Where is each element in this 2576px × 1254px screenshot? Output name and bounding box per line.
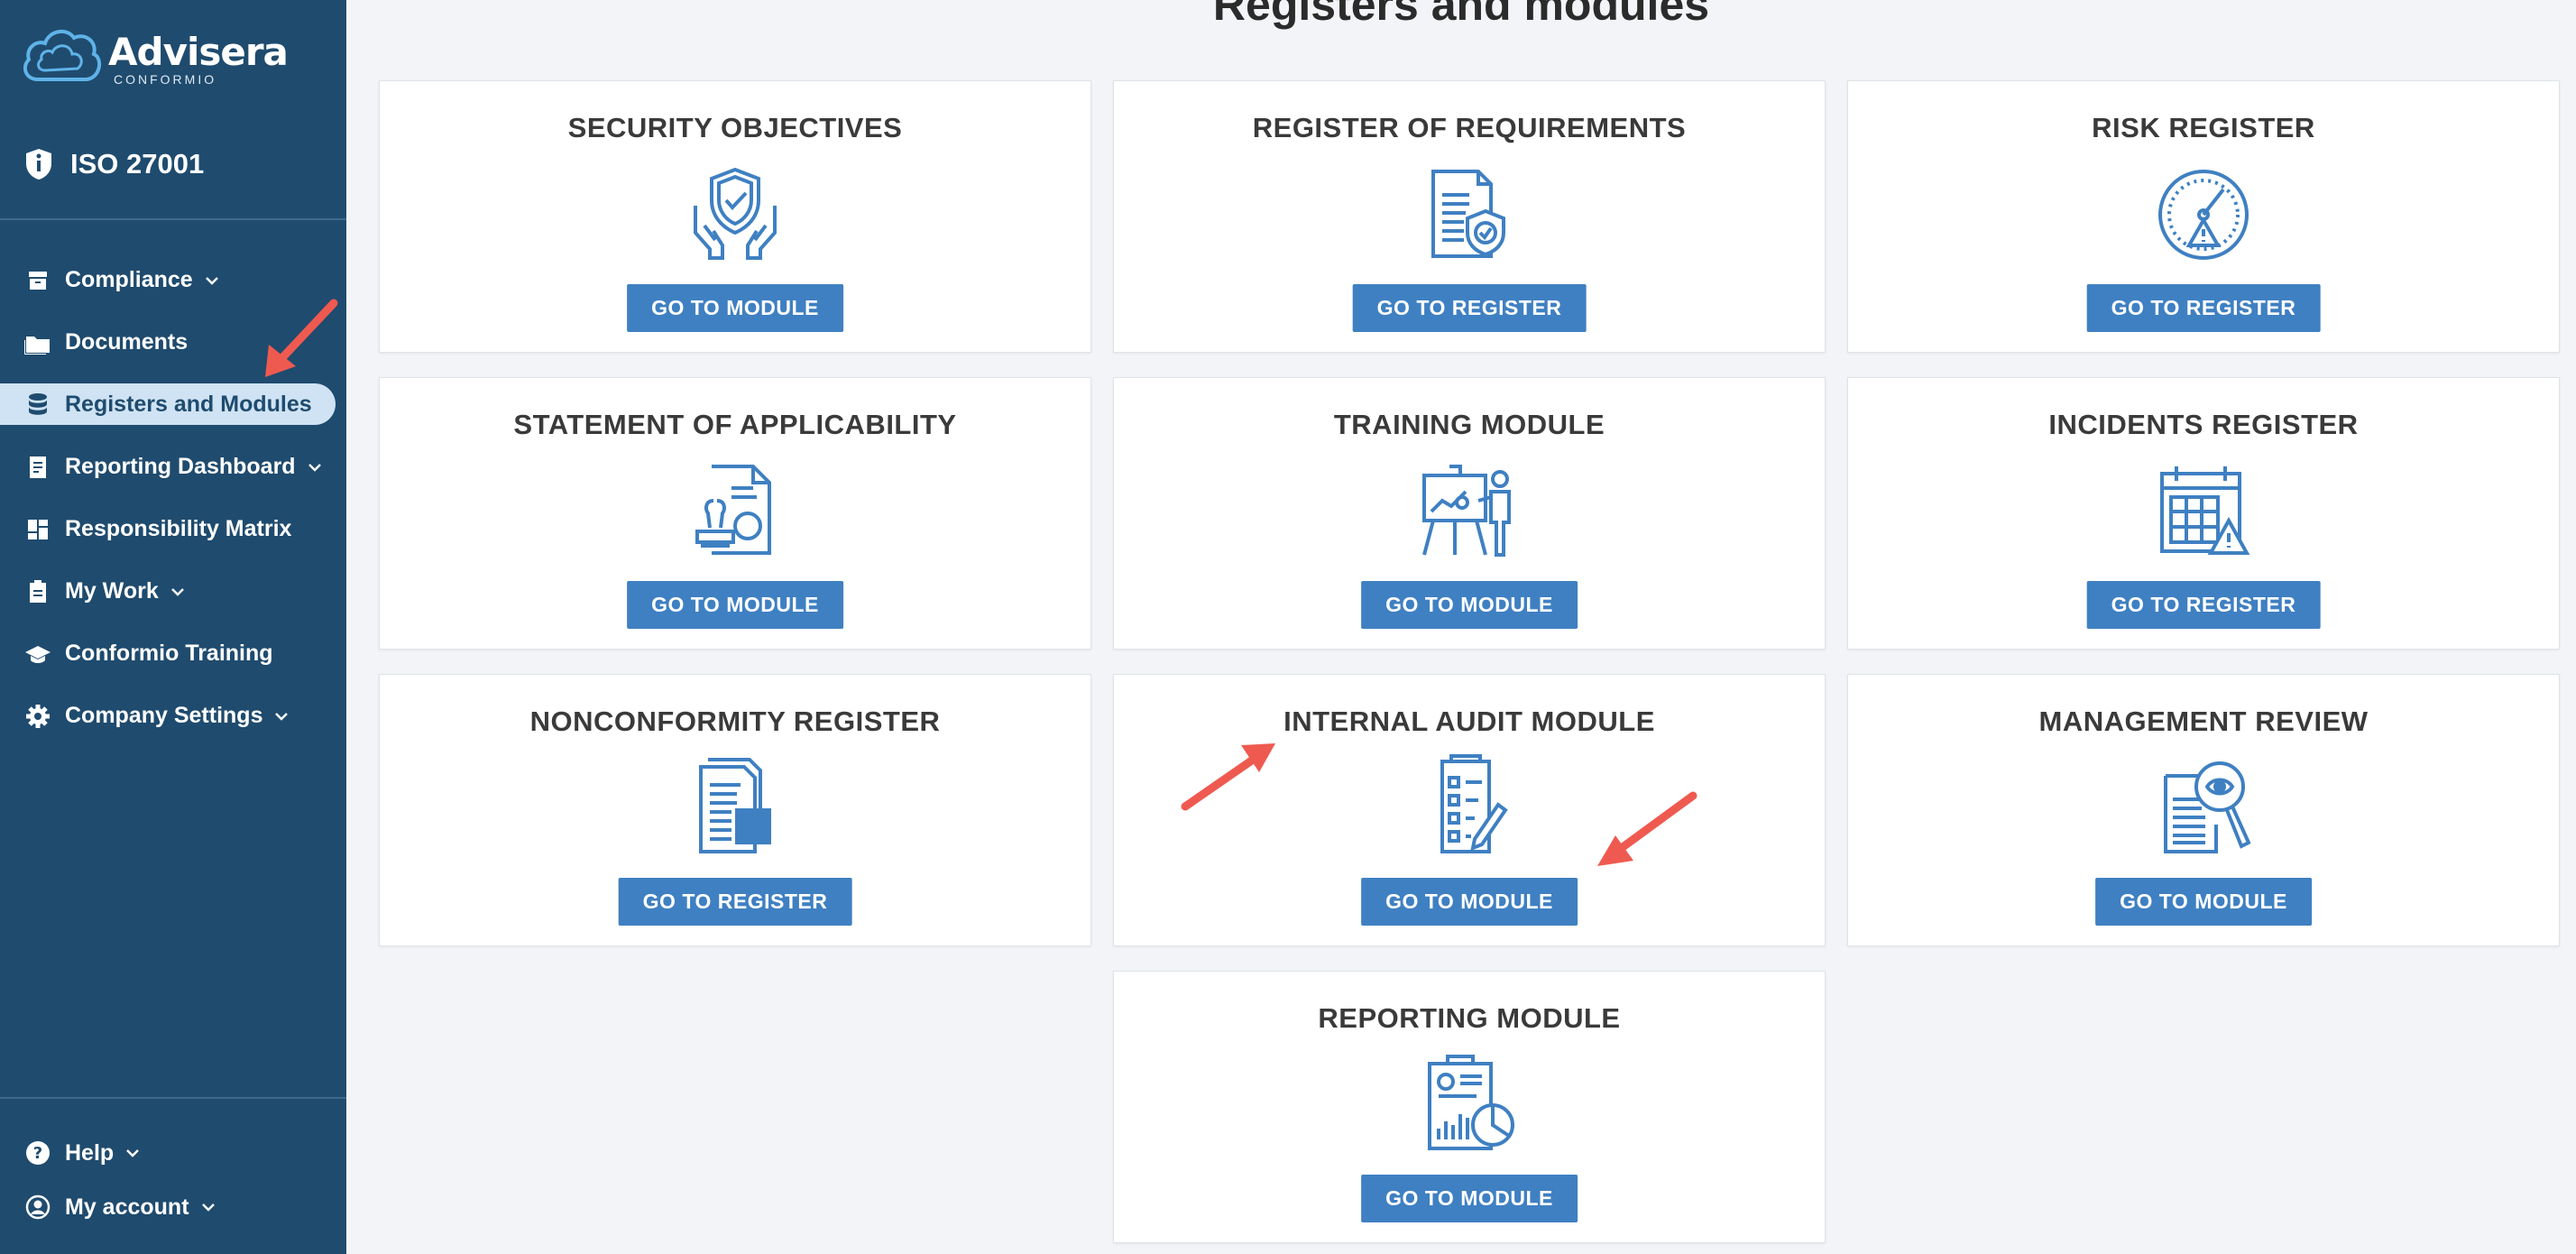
presentation-icon (1422, 465, 1511, 557)
card-title: SECURITY OBJECTIVES (567, 112, 903, 143)
brand-name: Advisera (108, 30, 289, 74)
sidebar-item-conformio-training[interactable]: Conformio Training (0, 622, 346, 685)
help-icon: ? (23, 1139, 52, 1167)
chevron-down-icon (201, 1203, 215, 1212)
sidebar-item-my-work[interactable]: My Work (0, 560, 346, 622)
annotation-arrow (265, 299, 338, 377)
clipboard-icon (23, 577, 52, 606)
sidebar: Advisera CONFORMIO ISO 27001 Compliance … (0, 0, 346, 1254)
chevron-down-icon (126, 1149, 140, 1157)
sidebar-item-label: Responsibility Matrix (65, 516, 292, 541)
go-to-module-button[interactable]: GO TO MODULE (1361, 1175, 1578, 1222)
card-incidents-register: INCIDENTS REGISTER GO TO REGISTER (1847, 377, 2560, 650)
sidebar-item-label: My Work (65, 578, 159, 604)
shield-info-icon (26, 149, 51, 180)
document-stamp-icon (695, 465, 771, 555)
advisera-logo[interactable]: Advisera CONFORMIO (20, 23, 289, 88)
page-title: Registers and modules (1212, 0, 1710, 30)
chevron-down-icon (275, 712, 289, 721)
risk-gauge-icon (2158, 170, 2249, 260)
card-title: RISK REGISTER (2092, 112, 2315, 143)
go-to-register-button[interactable]: GO TO REGISTER (2086, 581, 2321, 629)
standard-selector[interactable]: ISO 27001 (23, 147, 204, 181)
card-title: REPORTING MODULE (1318, 1002, 1621, 1034)
go-to-module-button[interactable]: GO TO MODULE (627, 581, 843, 629)
sidebar-item-label: Company Settings (65, 703, 263, 728)
report-icon (23, 453, 52, 482)
annotation-arrow (1181, 743, 1275, 811)
standard-label: ISO 27001 (70, 148, 205, 180)
graduation-cap-icon (23, 640, 52, 668)
go-to-register-button[interactable]: GO TO REGISTER (2086, 284, 2321, 332)
archive-icon (23, 266, 52, 295)
sidebar-item-label: Help (65, 1139, 115, 1166)
card-title: MANAGEMENT REVIEW (2038, 705, 2369, 737)
document-magnifier-icon (2164, 761, 2251, 853)
card-title: REGISTER OF REQUIREMENTS (1252, 112, 1687, 143)
go-to-module-button[interactable]: GO TO MODULE (627, 284, 843, 332)
shield-hands-icon (694, 167, 777, 260)
sidebar-item-company-settings[interactable]: Company Settings (0, 685, 346, 747)
divider (0, 1097, 346, 1099)
chevron-down-icon (308, 463, 321, 472)
card-reporting-module: REPORTING MODULE GO TO MODULE (1113, 971, 1826, 1243)
card-risk-register: RISK REGISTER GO TO REGISTER (1847, 80, 2560, 353)
sidebar-item-reporting-dashboard[interactable]: Reporting Dashboard (0, 436, 346, 498)
divider (0, 218, 346, 220)
annotation-arrow (1597, 791, 1697, 866)
sidebar-item-registers-and-modules[interactable]: Registers and Modules (0, 383, 336, 425)
go-to-module-button[interactable]: GO TO MODULE (1361, 878, 1578, 926)
card-title: INCIDENTS REGISTER (2048, 409, 2359, 440)
card-security-objectives: SECURITY OBJECTIVES GO TO MODULE (379, 80, 1091, 353)
card-register-of-requirements: REGISTER OF REQUIREMENTS GO TO REGISTER (1113, 80, 1826, 353)
sidebar-item-help[interactable]: ? Help (0, 1126, 346, 1180)
database-icon (23, 390, 52, 419)
card-title: TRAINING MODULE (1333, 409, 1605, 440)
document-shield-icon (1431, 170, 1505, 258)
card-title: STATEMENT OF APPLICABILITY (513, 409, 957, 440)
sidebar-item-responsibility-matrix[interactable]: Responsibility Matrix (0, 498, 346, 560)
cloud-logo-icon (23, 29, 102, 81)
report-chart-icon (1428, 1055, 1514, 1150)
documents-stack-icon (699, 758, 771, 853)
card-management-review: MANAGEMENT REVIEW GO TO MODULE (1847, 674, 2560, 946)
card-training-module: TRAINING MODULE GO TO MODULE (1113, 377, 1826, 650)
calendar-warning-icon (2160, 466, 2250, 555)
go-to-module-button[interactable]: GO TO MODULE (1361, 581, 1578, 629)
chevron-down-icon (170, 587, 184, 596)
card-nonconformity-register: NONCONFORMITY REGISTER GO TO REGISTER (379, 674, 1091, 946)
sidebar-item-my-account[interactable]: My account (0, 1180, 346, 1234)
folder-icon (23, 328, 52, 357)
sidebar-item-label: Reporting Dashboard (65, 454, 296, 479)
main-content: Registers and modules SECURITY OBJECTIVE… (346, 0, 2576, 1254)
sidebar-bottom-nav: ? Help My account (0, 1126, 346, 1234)
go-to-register-button[interactable]: GO TO REGISTER (618, 878, 852, 926)
go-to-register-button[interactable]: GO TO REGISTER (1352, 284, 1587, 332)
user-circle-icon (23, 1193, 52, 1222)
svg-text:?: ? (33, 1144, 42, 1163)
card-statement-of-applicability: STATEMENT OF APPLICABILITY GO TO MODULE (379, 377, 1091, 650)
go-to-module-button[interactable]: GO TO MODULE (2095, 878, 2312, 926)
sidebar-item-label: My account (65, 1194, 189, 1220)
sidebar-item-label: Compliance (65, 267, 193, 292)
brand-sub: CONFORMIO (114, 72, 217, 87)
chevron-down-icon (205, 276, 218, 285)
sidebar-item-label: Registers and Modules (65, 391, 312, 417)
card-title: NONCONFORMITY REGISTER (529, 705, 941, 737)
gear-icon (23, 702, 52, 731)
checklist-pen-icon (1440, 754, 1508, 853)
sidebar-item-label: Conformio Training (65, 641, 273, 666)
dashboard-grid-icon (23, 515, 52, 544)
sidebar-item-label: Documents (65, 329, 189, 355)
